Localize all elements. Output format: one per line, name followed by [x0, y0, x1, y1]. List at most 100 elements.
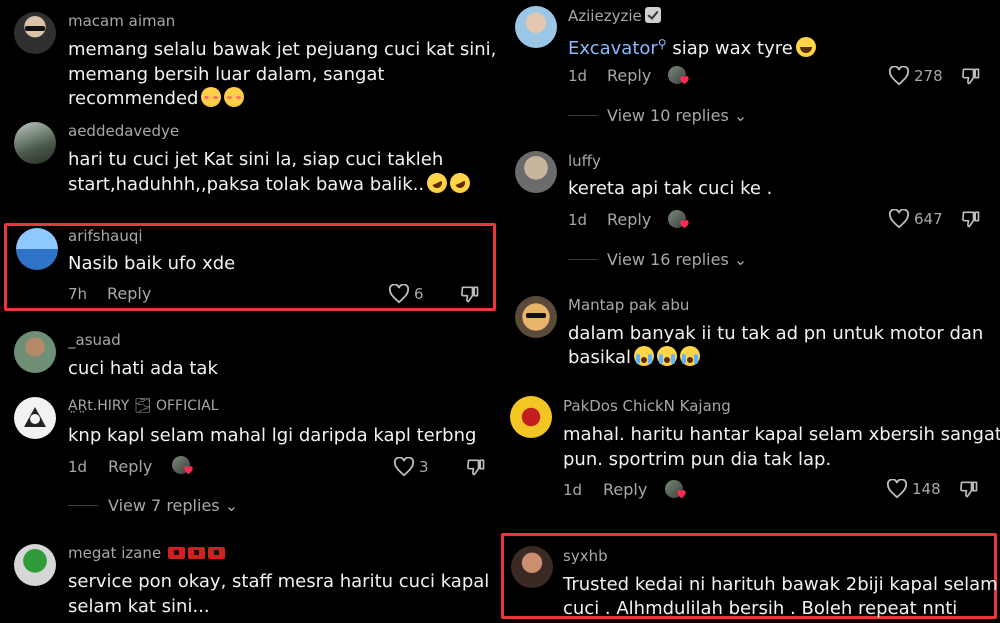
- flag-icon: [168, 547, 186, 559]
- avatar[interactable]: [511, 546, 553, 588]
- loudly-crying-face-emoji: [679, 346, 700, 366]
- comment-text-line: service pon okay, staff mesra haritu cuc…: [68, 571, 490, 592]
- rolling-on-floor-laughing-emoji: [446, 169, 474, 197]
- like-count: 647: [914, 210, 943, 228]
- creator-heart-icon: [677, 490, 686, 499]
- loudly-crying-face-emoji: [656, 346, 677, 366]
- comment-text-line: dalam banyak ii tu tak ad pn untuk motor…: [568, 323, 984, 344]
- left-comment-column: macam aiman memang selalu bawak jet peju…: [0, 0, 500, 623]
- comment-timestamp: 1d: [568, 67, 588, 85]
- comment-username[interactable]: Mantap pak abu: [568, 296, 689, 314]
- avatar[interactable]: [16, 228, 58, 270]
- avatar[interactable]: [14, 544, 56, 586]
- comment-username[interactable]: PakDos ChickN Kajang: [563, 397, 731, 415]
- mention-link[interactable]: Excavator: [568, 38, 658, 59]
- heart-icon[interactable]: [388, 284, 410, 304]
- comment-text-line: kereta api tak cuci ke .: [568, 178, 773, 199]
- search-icon: ⚲: [657, 37, 667, 51]
- heart-icon[interactable]: [888, 66, 910, 86]
- reply-button[interactable]: Reply: [108, 457, 152, 476]
- comment-username[interactable]: syxhb: [563, 547, 608, 565]
- view-replies-label: View 16 replies: [607, 250, 729, 269]
- avatar[interactable]: [14, 122, 56, 164]
- avatar-image: [24, 407, 46, 427]
- loudly-crying-face-emoji: [633, 346, 654, 366]
- comment-text-line: cuci hati ada tak: [68, 358, 218, 379]
- avatar-image: [25, 26, 45, 31]
- reply-button[interactable]: Reply: [607, 210, 651, 229]
- view-replies-label: View 7 replies: [108, 496, 220, 515]
- flag-icon: [208, 547, 226, 559]
- comment-text-line: siap wax tyre: [672, 38, 793, 59]
- creator-heart-icon: [184, 466, 193, 475]
- comment-text-line: Nasib baik ufo xde: [68, 253, 236, 274]
- comment-username[interactable]: Aziiezyzie: [568, 7, 661, 25]
- grinning-squinting-face-emoji: [795, 37, 816, 57]
- comment-text-line: mahal. haritu hantar kapal selam xbersih…: [563, 424, 1000, 445]
- rolling-on-floor-laughing-emoji: [423, 169, 451, 197]
- view-replies-button[interactable]: View 16 replies ⌄: [607, 250, 747, 269]
- heart-icon[interactable]: [888, 209, 910, 229]
- avatar[interactable]: [515, 151, 557, 193]
- avatar[interactable]: [515, 296, 557, 338]
- comment-text-line-with-emoji: basikal: [568, 345, 700, 370]
- comment-text-line: recommended: [68, 88, 199, 109]
- dislike-icon[interactable]: [466, 457, 486, 477]
- dislike-icon[interactable]: [961, 66, 981, 86]
- comment-text-line: hari tu cuci jet Kat sini la, siap cuci …: [68, 149, 444, 170]
- avatar-image: [526, 313, 546, 318]
- comment-timestamp: 7h: [68, 285, 88, 303]
- comment-text-line-with-emoji: start,haduhhh,,paksa tolak bawa balik..: [68, 169, 474, 197]
- replies-divider: [568, 259, 598, 260]
- heart-icon[interactable]: [886, 479, 908, 499]
- view-replies-label: View 10 replies: [607, 106, 729, 125]
- replies-divider: [68, 505, 98, 506]
- comment-text-line: cuci . Alhmdulilah bersih . Boleh repeat…: [563, 598, 958, 619]
- chevron-down-icon: ⌄: [733, 106, 748, 125]
- comment-username[interactable]: luffy: [568, 152, 601, 170]
- comment-text-line-with-emoji: recommended: [68, 86, 245, 111]
- comment-username[interactable]: aeddedavedye: [68, 122, 179, 140]
- reply-button[interactable]: Reply: [607, 66, 651, 85]
- comment-text-line: knp kapl selam mahal lgi daripda kapl te…: [68, 425, 477, 446]
- avatar[interactable]: [14, 397, 56, 439]
- avatar[interactable]: [14, 12, 56, 54]
- comment-text-line: selam kat sini...: [68, 596, 210, 617]
- comment-username[interactable]: _asuad: [68, 331, 121, 349]
- comment-text-line: start,haduhhh,,paksa tolak bawa balik..: [68, 174, 425, 195]
- avatar[interactable]: [515, 6, 557, 48]
- reply-button[interactable]: Reply: [603, 480, 647, 499]
- dislike-icon[interactable]: [460, 284, 480, 304]
- comment-username[interactable]: A̤R̤t.HIRY 🌫 OFFICIAL: [68, 398, 219, 414]
- comment-timestamp: 1d: [68, 458, 88, 476]
- like-count: 3: [419, 458, 429, 476]
- comment-username[interactable]: arifshauqi: [68, 227, 143, 245]
- creator-heart-icon: [680, 220, 689, 229]
- right-comment-column: Aziiezyzie Excavator⚲ siap wax tyre 1d R…: [500, 0, 1000, 623]
- dislike-icon[interactable]: [961, 209, 981, 229]
- view-replies-button[interactable]: View 7 replies ⌄: [108, 496, 238, 515]
- creator-heart-icon: [680, 76, 689, 85]
- dislike-icon[interactable]: [959, 479, 979, 499]
- avatar[interactable]: [14, 331, 56, 373]
- heart-icon[interactable]: [393, 457, 415, 477]
- avatar[interactable]: [510, 396, 552, 438]
- comment-text-line: Trusted kedai ni harituh bawak 2biji kap…: [563, 574, 998, 595]
- chevron-down-icon: ⌄: [733, 250, 748, 269]
- comment-username[interactable]: macam aiman: [68, 12, 175, 30]
- comment-text-line: memang selalu bawak jet pejuang cuci kat…: [68, 39, 497, 60]
- comment-text-line-with-mention: Excavator⚲ siap wax tyre: [568, 32, 816, 61]
- comment-text-line: basikal: [568, 347, 631, 368]
- comment-timestamp: 1d: [563, 481, 583, 499]
- view-replies-button[interactable]: View 10 replies ⌄: [607, 106, 747, 125]
- like-count: 6: [414, 285, 424, 303]
- comment-username[interactable]: megat izane: [68, 544, 226, 562]
- replies-divider: [568, 115, 598, 116]
- smiling-face-with-hearts-emoji: [201, 87, 222, 107]
- comment-text-line: pun. sportrim pun dia tak lap.: [563, 449, 832, 470]
- like-count: 278: [914, 67, 943, 85]
- username-text: Aziiezyzie: [568, 7, 642, 25]
- reply-button[interactable]: Reply: [107, 284, 151, 303]
- smiling-face-with-hearts-emoji: [224, 87, 245, 107]
- username-text: megat izane: [68, 544, 162, 562]
